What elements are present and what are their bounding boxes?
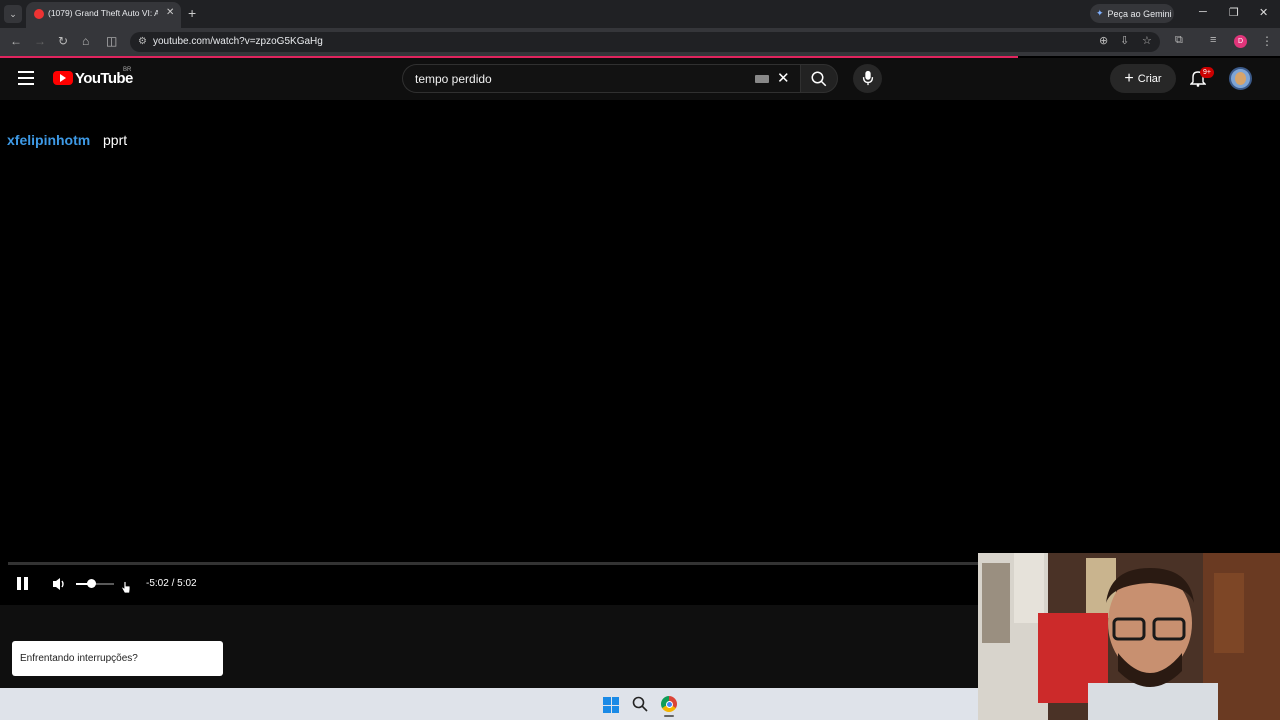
address-bar[interactable]: ⚙ youtube.com/watch?v=zpzoG5KGaHg (130, 32, 1160, 52)
tab-search-chevron-icon[interactable]: ⌄ (4, 5, 22, 23)
keyboard-icon[interactable] (755, 75, 769, 83)
webcam-image (978, 553, 1280, 720)
youtube-logo-icon[interactable] (53, 71, 73, 85)
microphone-icon (862, 70, 874, 86)
chat-username: xfelipinhotm (7, 132, 91, 148)
search-icon (811, 71, 827, 87)
active-app-indicator (664, 715, 674, 717)
time-display: -5:02 / 5:02 (146, 578, 197, 589)
hand-cursor-icon (121, 581, 131, 594)
home-icon[interactable]: ⌂ (82, 34, 89, 48)
back-arrow-icon[interactable]: ← (10, 34, 22, 48)
search-button[interactable] (800, 64, 838, 93)
browser-tab-strip: ⌄ (1079) Grand Theft Auto VI: An ✕ + ✦ P… (0, 0, 1280, 28)
new-tab-plus-icon[interactable]: + (188, 5, 196, 21)
hamburger-menu-icon[interactable] (18, 71, 34, 85)
reload-icon[interactable]: ↻ (58, 34, 68, 48)
user-avatar[interactable] (1229, 67, 1252, 90)
clear-search-icon[interactable]: ✕ (777, 69, 790, 87)
gemini-label: Peça ao Gemini (1107, 8, 1172, 19)
interruptions-banner[interactable]: Enfrentando interrupções? (12, 641, 223, 676)
taskbar-search-icon[interactable] (632, 696, 648, 712)
region-code: BR (123, 67, 132, 73)
split-view-icon[interactable]: ◫ (106, 34, 117, 48)
windows-start-icon[interactable] (603, 697, 619, 713)
gemini-sparkle-icon: ✦ (1096, 8, 1104, 18)
youtube-favicon-icon (34, 9, 44, 19)
restore-icon[interactable]: ❐ (1229, 6, 1239, 19)
install-app-icon[interactable]: ⇩ (1120, 34, 1129, 47)
extensions-icon[interactable]: ⧉ (1175, 34, 1183, 47)
search-input[interactable]: tempo perdido (415, 72, 492, 86)
browser-menu-icon[interactable]: ⋮ (1261, 34, 1273, 48)
search-box[interactable]: tempo perdido ✕ (402, 64, 800, 93)
gemini-button[interactable]: ✦ Peça ao Gemini (1090, 4, 1174, 23)
webcam-overlay (978, 553, 1280, 720)
create-label: Criar (1137, 72, 1162, 85)
pause-icon[interactable] (17, 577, 30, 591)
voice-search-button[interactable] (853, 64, 882, 93)
browser-tab[interactable]: (1079) Grand Theft Auto VI: An ✕ (26, 2, 181, 28)
zoom-icon[interactable]: ⊕ (1099, 34, 1108, 47)
tab-close-icon[interactable]: ✕ (166, 7, 174, 18)
site-info-icon[interactable]: ⚙ (138, 36, 147, 47)
chat-message: pprt (103, 132, 128, 148)
tab-title: (1079) Grand Theft Auto VI: An (48, 8, 158, 18)
volume-icon[interactable] (52, 577, 68, 591)
minimize-icon[interactable]: ─ (1199, 6, 1207, 18)
video-player[interactable] (0, 100, 1280, 605)
forward-arrow-icon[interactable]: → (34, 34, 46, 48)
window-close-icon[interactable]: ✕ (1259, 6, 1268, 19)
url-text: youtube.com/watch?v=zpzoG5KGaHg (153, 36, 323, 47)
create-button[interactable]: + Criar (1110, 64, 1176, 93)
chrome-taskbar-icon[interactable] (661, 696, 677, 712)
notification-badge: 9+ (1200, 67, 1214, 78)
profile-avatar-icon[interactable]: D (1234, 35, 1247, 48)
plus-icon: + (1124, 69, 1134, 87)
interruptions-text: Enfrentando interrupções? (20, 653, 138, 664)
bookmark-star-icon[interactable]: ☆ (1142, 34, 1152, 47)
reading-list-icon[interactable]: ≡ (1210, 34, 1216, 46)
